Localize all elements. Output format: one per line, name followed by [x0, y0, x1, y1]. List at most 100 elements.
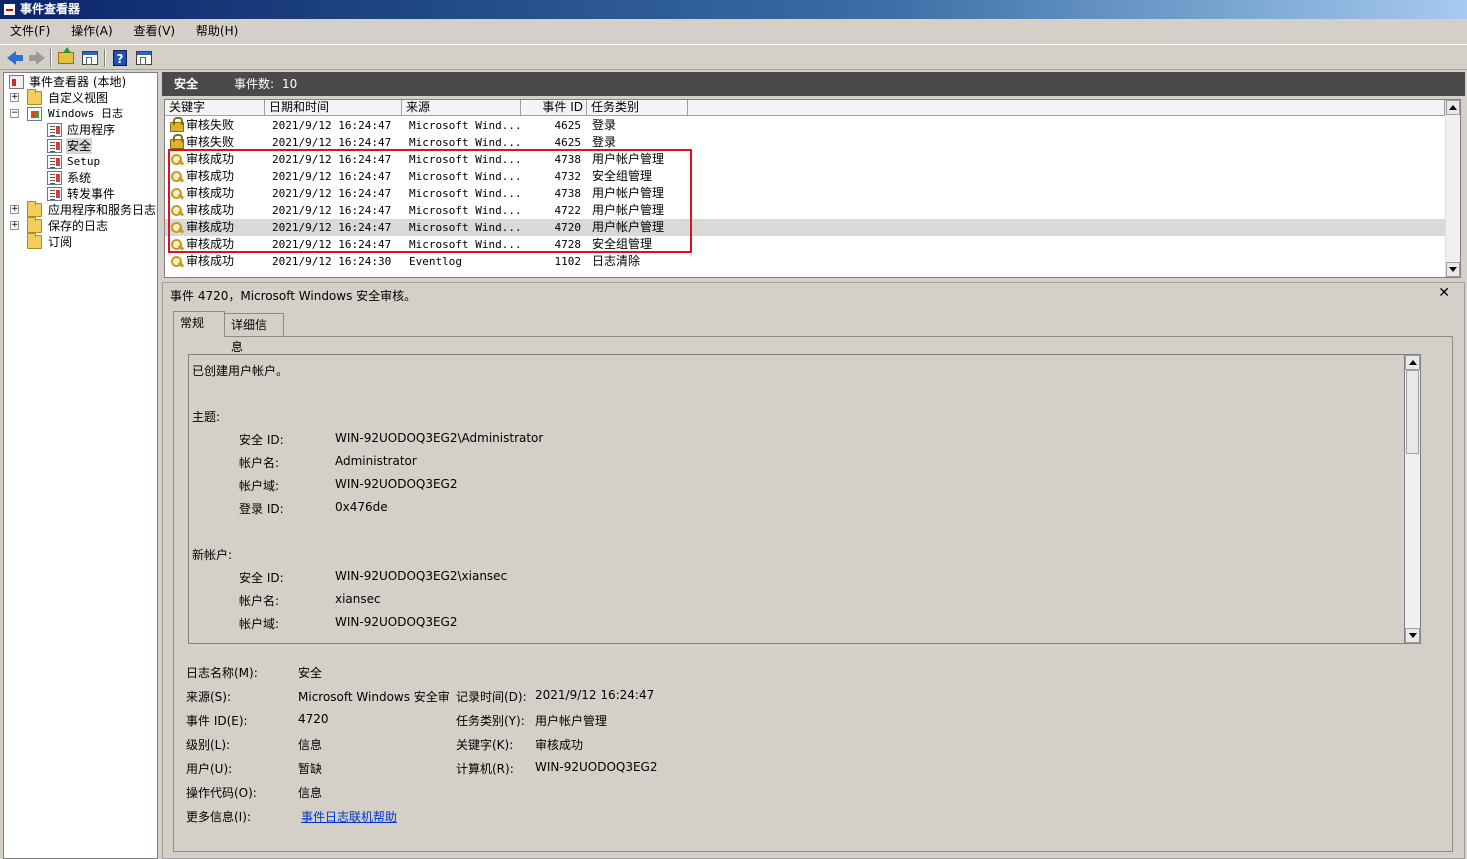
tree-item-application[interactable]: 应用程序 — [7, 122, 157, 138]
column-header-task-category[interactable]: 任务类别 — [587, 100, 688, 116]
tree-label: 安全 — [66, 138, 93, 154]
task-category-label: 任务类别(Y): — [456, 714, 525, 728]
key-icon — [170, 170, 184, 183]
show-hide-action-pane-button[interactable] — [134, 48, 154, 68]
tree-item-root[interactable]: 事件查看器 (本地) — [7, 74, 157, 90]
scroll-down-button[interactable] — [1446, 262, 1460, 277]
event-row[interactable]: 审核失败 2021/9/12 16:24:47 Microsoft Wind... 4… — [165, 134, 1445, 151]
tree-item-system[interactable]: 系统 — [7, 170, 157, 186]
column-header-datetime[interactable]: 日期和时间 — [265, 100, 402, 116]
event-task-category: 安全组管理 — [592, 237, 653, 251]
help-button[interactable]: ? — [110, 48, 130, 68]
event-source: Microsoft Wind... — [409, 238, 522, 251]
menu-action[interactable]: 操作(A) — [61, 19, 120, 43]
level-label: 级别(L): — [186, 738, 231, 752]
new-account-domain-value: WIN-92UODOQ3EG2 — [335, 615, 458, 629]
event-source: Microsoft Wind... — [409, 153, 522, 166]
back-button[interactable] — [4, 48, 24, 68]
computer-value: WIN-92UODOQ3EG2 — [535, 760, 658, 774]
event-keyword: 审核成功 — [186, 169, 235, 183]
key-icon — [170, 221, 184, 234]
event-row[interactable]: 审核成功 2021/9/12 16:24:47 Microsoft Wind... 4… — [165, 219, 1445, 236]
tree-item-saved-logs[interactable]: + 保存的日志 — [7, 217, 157, 234]
tree-label: Windows 日志 — [48, 107, 123, 120]
tree-item-setup[interactable]: Setup — [7, 154, 157, 170]
tab-details[interactable]: 详细信息 — [224, 313, 284, 354]
event-id-value: 4720 — [298, 712, 329, 726]
scroll-down-arrow-icon — [1449, 267, 1457, 272]
event-datetime: 2021/9/12 16:24:47 — [272, 119, 392, 132]
show-hide-console-tree-button[interactable] — [80, 48, 100, 68]
event-source: Microsoft Wind... — [409, 204, 522, 217]
event-id: 4738 — [554, 187, 582, 200]
event-keyword: 审核成功 — [186, 220, 235, 234]
task-category-value: 用户帐户管理 — [535, 714, 608, 728]
scroll-up-button[interactable] — [1446, 100, 1460, 115]
log-icon — [47, 139, 62, 153]
new-account-name-value: xiansec — [335, 592, 381, 606]
scroll-up-arrow-icon — [1449, 105, 1457, 110]
event-row[interactable]: 审核成功 2021/9/12 16:24:47 Microsoft Wind... 4… — [165, 202, 1445, 219]
event-row[interactable]: 审核成功 2021/9/12 16:24:47 Microsoft Wind... 4… — [165, 236, 1445, 253]
tree-item-custom-views[interactable]: + 自定义视图 — [7, 89, 157, 106]
menu-file[interactable]: 文件(F) — [0, 19, 57, 43]
event-list-scrollbar[interactable] — [1445, 100, 1460, 277]
tab-general[interactable]: 常规 — [173, 311, 225, 337]
new-account-domain-label: 帐户域: — [239, 617, 280, 631]
event-datetime: 2021/9/12 16:24:47 — [272, 170, 392, 183]
event-list: 关键字 日期和时间 来源 事件 ID 任务类别 审核失败 2021/9/12 16… — [164, 99, 1461, 278]
menu-help[interactable]: 帮助(H) — [186, 19, 245, 43]
source-value: Microsoft Windows 安全审 — [298, 690, 450, 704]
new-security-id-label: 安全 ID: — [239, 571, 284, 585]
general-tab-body: 已创建用户帐户。 主题: 安全 ID: WIN-92UODOQ3EG2\Admi… — [173, 336, 1453, 852]
event-id: 4625 — [554, 136, 582, 149]
expand-plus-icon[interactable]: + — [10, 221, 19, 230]
column-header-keyword[interactable]: 关键字 — [165, 100, 265, 116]
event-datetime: 2021/9/12 16:24:30 — [272, 255, 392, 268]
event-row[interactable]: 审核成功 2021/9/12 16:24:47 Microsoft Wind... 4… — [165, 168, 1445, 185]
logged-value: 2021/9/12 16:24:47 — [535, 688, 655, 702]
tree-item-security[interactable]: 安全 — [7, 138, 157, 154]
column-header-event-id[interactable]: 事件 ID — [521, 100, 587, 116]
keywords-label: 关键字(K): — [456, 738, 514, 752]
forward-button[interactable] — [26, 48, 46, 68]
user-label: 用户(U): — [186, 762, 233, 776]
tree-item-windows-logs[interactable]: − Windows 日志 — [7, 106, 157, 122]
up-one-level-button[interactable] — [56, 47, 76, 68]
event-viewer-icon — [9, 75, 24, 89]
tree-item-app-service-logs[interactable]: + 应用程序和服务日志 — [7, 201, 157, 218]
source-label: 来源(S): — [186, 690, 232, 704]
opcode-label: 操作代码(O): — [186, 786, 257, 800]
log-name-label: 日志名称(M): — [186, 666, 258, 680]
event-source: Microsoft Wind... — [409, 136, 522, 149]
event-keyword: 审核成功 — [186, 152, 235, 166]
close-icon[interactable]: ✕ — [1438, 285, 1450, 301]
tree-item-forwarded-events[interactable]: 转发事件 — [7, 186, 157, 202]
expand-plus-icon[interactable]: + — [10, 205, 19, 214]
event-row[interactable]: 审核成功 2021/9/12 16:24:30 Eventlog 1102 日志清除 — [165, 253, 1445, 270]
event-keyword: 审核失败 — [186, 135, 235, 149]
event-task-category: 安全组管理 — [592, 169, 653, 183]
event-row[interactable]: 审核成功 2021/9/12 16:24:47 Microsoft Wind... 4… — [165, 185, 1445, 202]
tree-item-subscriptions[interactable]: 订阅 — [7, 233, 157, 250]
event-description[interactable]: 已创建用户帐户。 主题: 安全 ID: WIN-92UODOQ3EG2\Admi… — [188, 354, 1420, 644]
event-row[interactable]: 审核成功 2021/9/12 16:24:47 Microsoft Wind... 4… — [165, 151, 1445, 168]
column-headers: 关键字 日期和时间 来源 事件 ID 任务类别 — [165, 100, 1445, 116]
event-row[interactable]: 审核失败 2021/9/12 16:24:47 Microsoft Wind... 4… — [165, 117, 1445, 134]
folder-icon — [27, 89, 42, 105]
subject-security-id-value: WIN-92UODOQ3EG2\Administrator — [335, 431, 544, 445]
expand-plus-icon[interactable]: + — [10, 93, 19, 102]
log-icon — [47, 171, 62, 185]
show-hide-console-tree-icon — [82, 51, 98, 65]
online-help-link[interactable]: 事件日志联机帮助 — [301, 808, 397, 825]
description-intro: 已创建用户帐户。 — [192, 364, 289, 378]
scroll-thumb[interactable] — [1406, 370, 1419, 454]
scroll-down-button[interactable] — [1405, 628, 1420, 643]
windows-logs-icon — [27, 107, 42, 121]
menu-view[interactable]: 查看(V) — [124, 19, 183, 43]
collapse-minus-icon[interactable]: − — [10, 109, 19, 118]
event-task-category: 用户帐户管理 — [592, 203, 665, 217]
scroll-up-button[interactable] — [1405, 355, 1420, 370]
column-header-source[interactable]: 来源 — [402, 100, 521, 116]
description-scrollbar[interactable] — [1404, 354, 1421, 644]
